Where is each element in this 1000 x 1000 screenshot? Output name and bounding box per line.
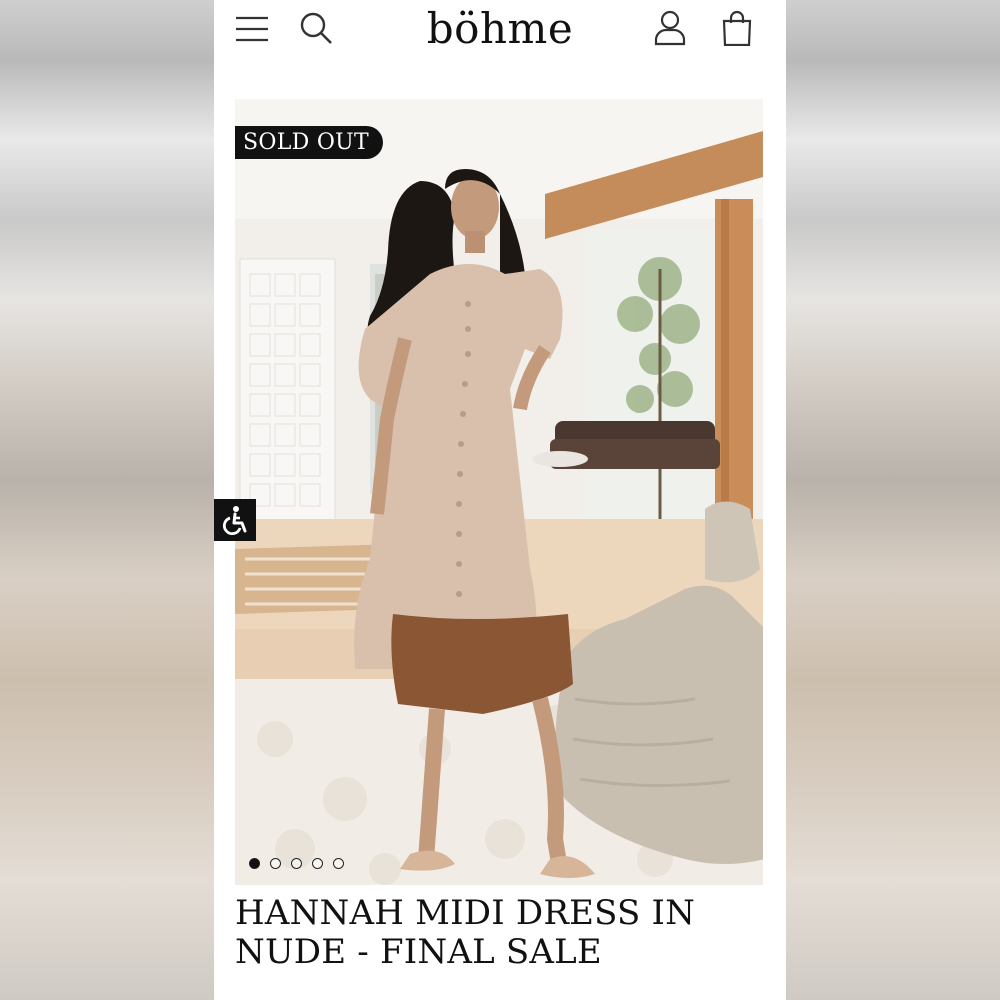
- gallery-dot-1[interactable]: [249, 858, 260, 869]
- product-image-gallery[interactable]: SOLD OUT: [235, 99, 763, 885]
- mobile-viewport: böhme SOLD OUT HANNAH MIDI DRESS IN NUDE…: [214, 0, 786, 1000]
- sold-out-badge: SOLD OUT: [235, 126, 383, 159]
- background-blur-left: [0, 0, 214, 1000]
- accessibility-wheelchair-icon: [222, 506, 247, 535]
- shopping-bag-icon[interactable]: [717, 8, 757, 48]
- gallery-dot-4[interactable]: [312, 858, 323, 869]
- user-account-icon[interactable]: [650, 8, 690, 48]
- product-photo: [235, 99, 763, 885]
- accessibility-button[interactable]: [214, 499, 256, 541]
- brand-logo[interactable]: böhme: [214, 4, 786, 53]
- background-blur-right: [786, 0, 1000, 1000]
- gallery-dot-3[interactable]: [291, 858, 302, 869]
- gallery-pagination: [249, 858, 344, 869]
- gallery-dot-5[interactable]: [333, 858, 344, 869]
- product-title: HANNAH MIDI DRESS IN NUDE - FINAL SALE: [235, 893, 696, 972]
- gallery-dot-2[interactable]: [270, 858, 281, 869]
- site-header: böhme: [214, 0, 786, 60]
